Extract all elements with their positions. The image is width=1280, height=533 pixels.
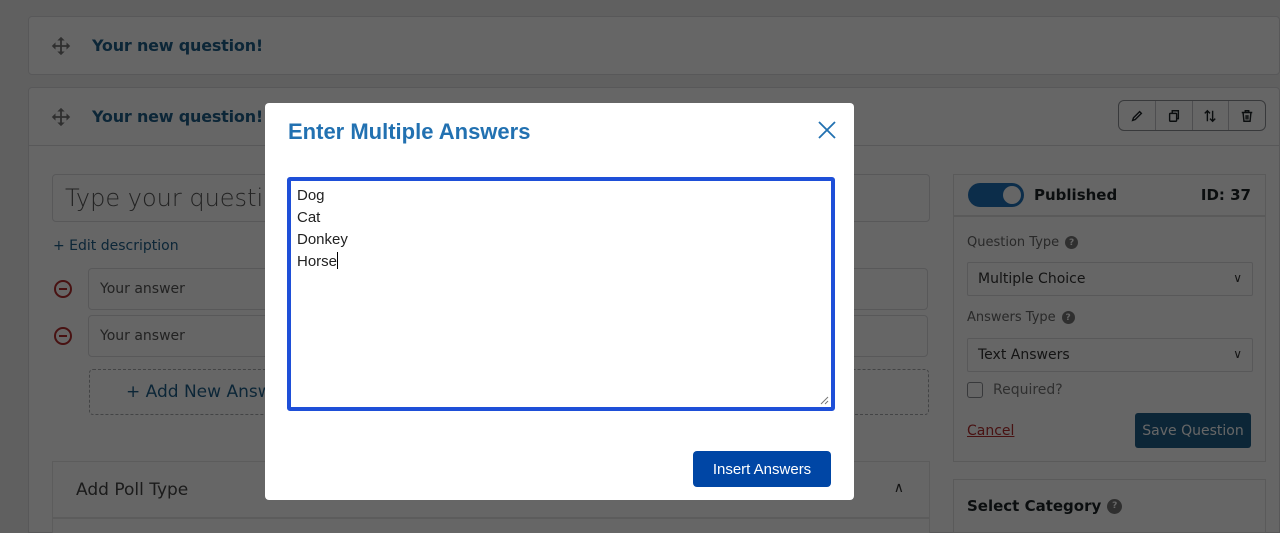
modal-title: Enter Multiple Answers xyxy=(288,119,531,144)
answer-line: Horse xyxy=(297,252,339,270)
answer-line: Cat xyxy=(297,209,321,226)
answer-line: Donkey xyxy=(297,231,348,248)
close-icon[interactable] xyxy=(816,119,838,141)
answers-textarea-lines: Dog Cat Donkey Horse xyxy=(297,185,825,273)
insert-answers-button[interactable]: Insert Answers xyxy=(693,451,831,487)
enter-multiple-answers-modal: Enter Multiple Answers Dog Cat Donkey Horse… xyxy=(265,103,854,500)
answer-line: Dog xyxy=(297,187,325,204)
answers-textarea[interactable]: Dog Cat Donkey Horse xyxy=(287,177,835,411)
text-cursor xyxy=(337,252,339,269)
resize-handle[interactable] xyxy=(819,395,829,405)
